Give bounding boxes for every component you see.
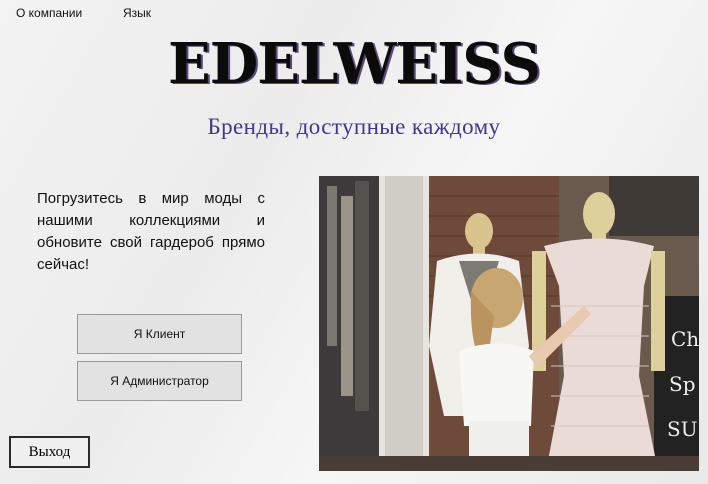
svg-text:Ch: Ch: [671, 327, 699, 351]
menu-item-language[interactable]: Язык: [121, 5, 153, 21]
client-button[interactable]: Я Клиент: [77, 314, 242, 354]
menu-item-about[interactable]: О компании: [14, 5, 84, 21]
fashion-photo-illustration: Ch Sp SU: [319, 176, 699, 471]
svg-text:SU: SU: [667, 417, 698, 441]
intro-text: Погрузитесь в мир моды с нашими коллекци…: [37, 190, 265, 273]
svg-text:Sp: Sp: [669, 372, 696, 396]
fashion-photo: Ch Sp SU: [319, 176, 699, 471]
admin-button[interactable]: Я Администратор: [77, 361, 242, 401]
menu-bar: О компании Язык: [0, 0, 708, 26]
exit-button[interactable]: Выход: [9, 436, 90, 468]
brand-logo: EDELWEISS: [168, 31, 541, 97]
brand-tagline: Бренды, доступные каждому: [207, 114, 501, 139]
